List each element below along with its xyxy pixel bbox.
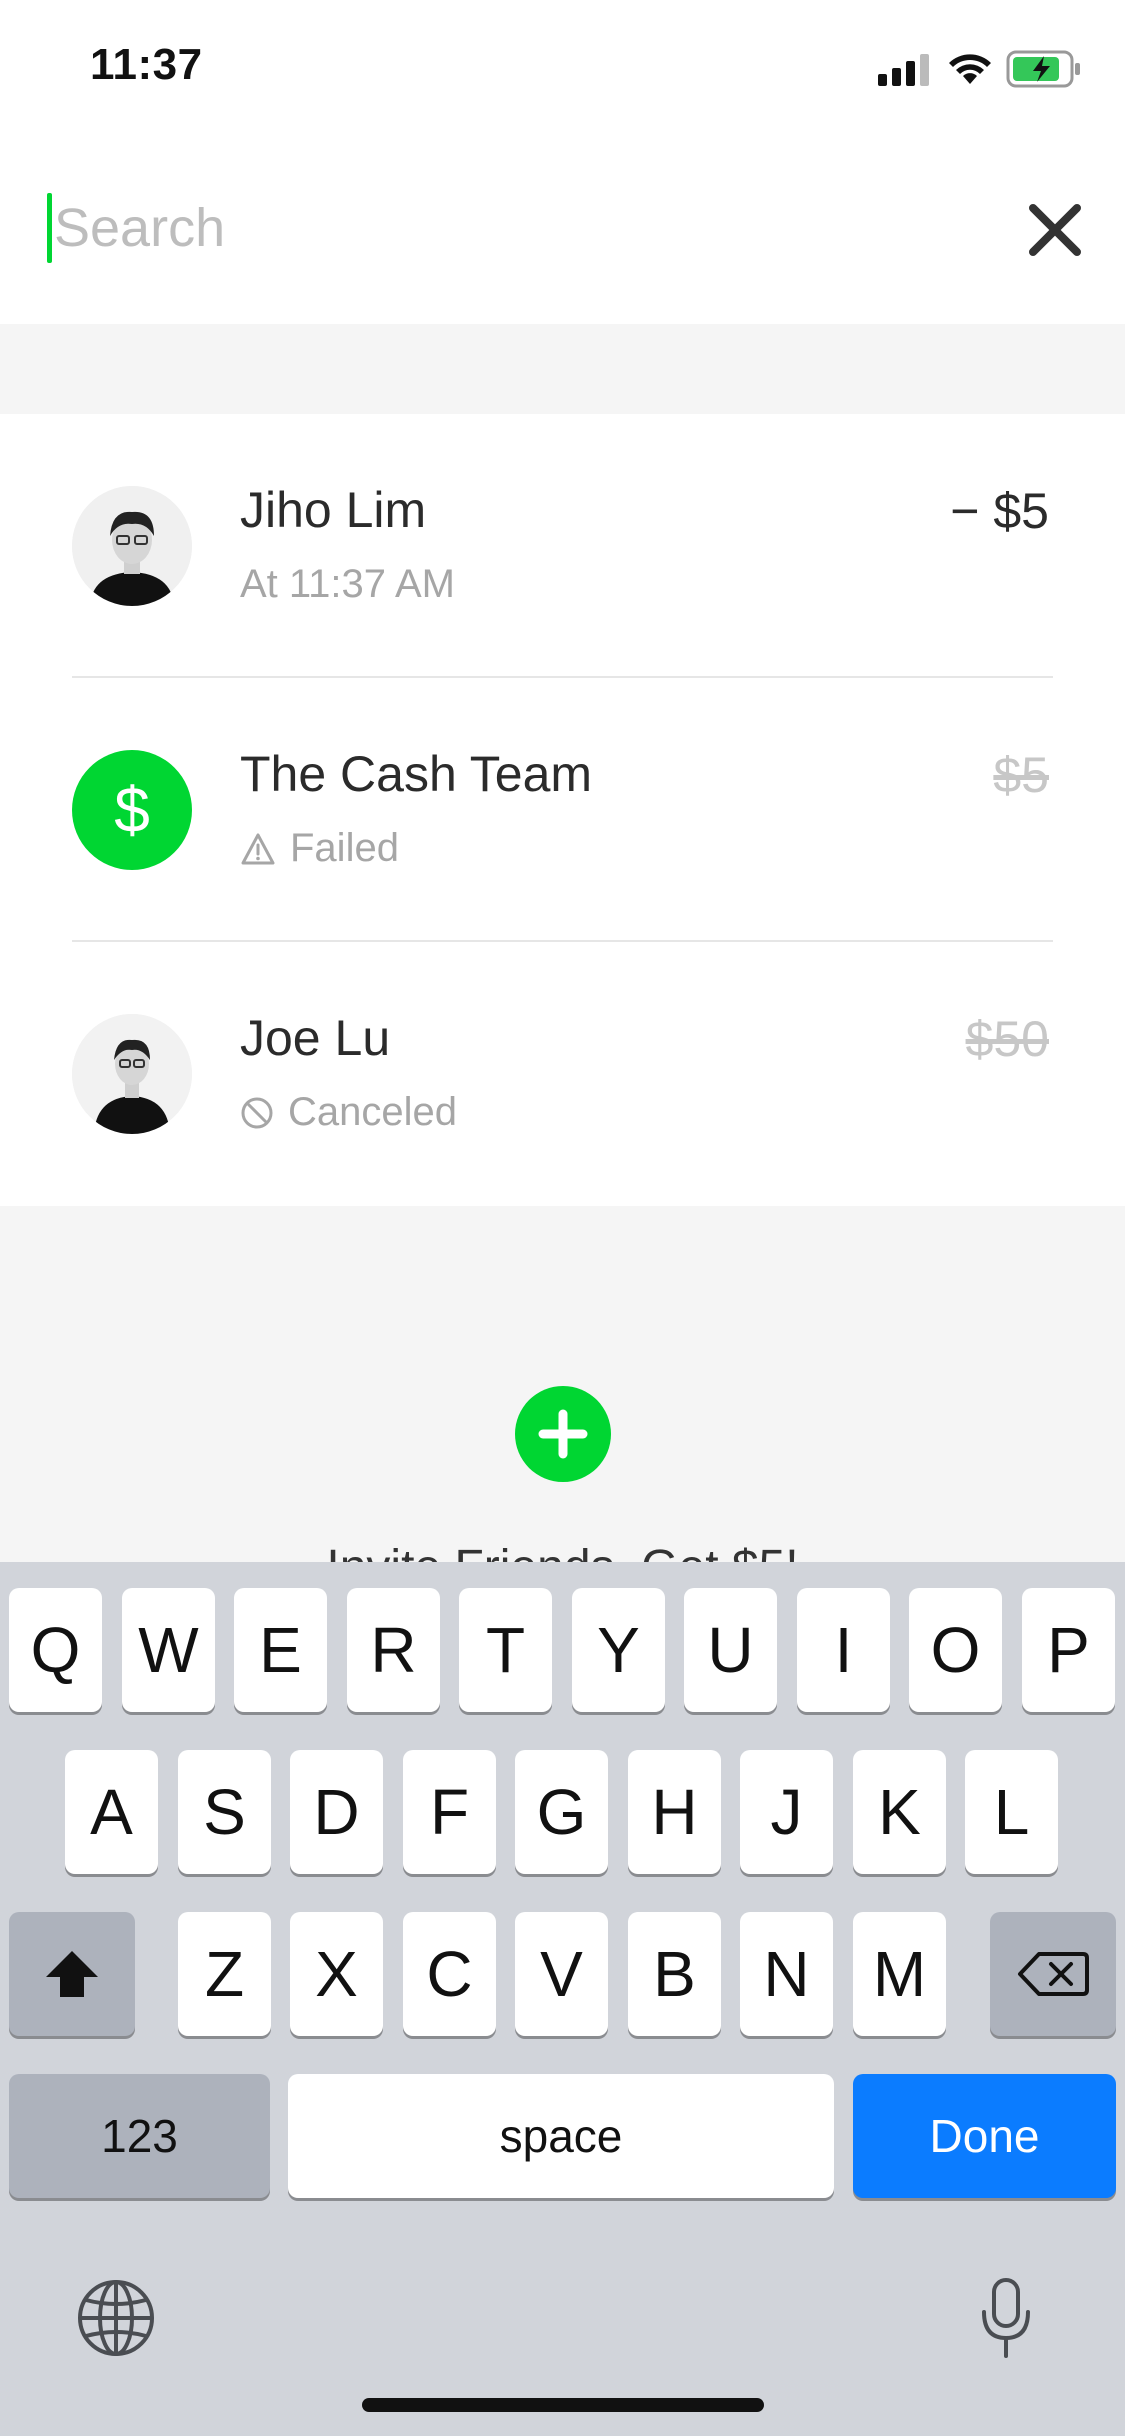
key-a[interactable]: A — [65, 1750, 158, 1874]
key-g[interactable]: G — [515, 1750, 608, 1874]
key-o[interactable]: O — [909, 1588, 1002, 1712]
transaction-amount: − $5 — [950, 483, 1049, 539]
key-u[interactable]: U — [684, 1588, 777, 1712]
key-d[interactable]: D — [290, 1750, 383, 1874]
key-w[interactable]: W — [122, 1588, 215, 1712]
globe-icon — [78, 2280, 154, 2356]
key-j[interactable]: J — [740, 1750, 833, 1874]
key-b[interactable]: B — [628, 1912, 721, 2036]
space-key[interactable]: space — [288, 2074, 834, 2198]
key-l[interactable]: L — [965, 1750, 1058, 1874]
invite-button[interactable] — [515, 1386, 611, 1482]
list-item[interactable]: Jiho Lim At 11:37 AM − $5 — [0, 414, 1125, 678]
list-item[interactable]: Joe Lu Canceled $50 — [0, 942, 1125, 1206]
key-i[interactable]: I — [797, 1588, 890, 1712]
microphone-button[interactable] — [978, 2276, 1034, 2360]
transaction-name: Joe Lu — [240, 1010, 391, 1066]
key-m[interactable]: M — [853, 1912, 946, 2036]
transaction-name: Jiho Lim — [240, 482, 427, 538]
avatar — [72, 486, 192, 606]
transaction-subtitle: At 11:37 AM — [240, 562, 455, 607]
transaction-name: The Cash Team — [240, 746, 593, 802]
key-y[interactable]: Y — [572, 1588, 665, 1712]
transaction-status: Canceled — [240, 1090, 457, 1135]
numbers-key[interactable]: 123 — [9, 2074, 270, 2198]
key-k[interactable]: K — [853, 1750, 946, 1874]
backspace-key[interactable] — [990, 1912, 1116, 2036]
key-h[interactable]: H — [628, 1750, 721, 1874]
close-icon — [1029, 204, 1081, 256]
list-item[interactable]: $ The Cash Team Failed $5 — [0, 678, 1125, 942]
key-e[interactable]: E — [234, 1588, 327, 1712]
key-n[interactable]: N — [740, 1912, 833, 2036]
canceled-icon — [241, 1097, 273, 1128]
key-v[interactable]: V — [515, 1912, 608, 2036]
signal-icon — [878, 54, 929, 86]
key-c[interactable]: C — [403, 1912, 496, 2036]
key-q[interactable]: Q — [9, 1588, 102, 1712]
dollar-icon: $ — [114, 774, 150, 846]
backspace-icon — [1018, 1952, 1089, 1996]
plus-icon — [538, 1409, 588, 1459]
key-p[interactable]: P — [1022, 1588, 1115, 1712]
avatar — [72, 1014, 192, 1134]
transaction-status: Failed — [240, 826, 399, 871]
key-z[interactable]: Z — [178, 1912, 271, 2036]
status-time: 11:37 — [90, 40, 203, 89]
transaction-amount: $5 — [993, 747, 1049, 803]
key-t[interactable]: T — [459, 1588, 552, 1712]
status-label: Failed — [290, 826, 399, 870]
close-button[interactable] — [1020, 195, 1090, 265]
key-f[interactable]: F — [403, 1750, 496, 1874]
shift-key[interactable] — [9, 1912, 135, 2036]
transaction-time: At 11:37 AM — [240, 562, 455, 606]
globe-button[interactable] — [76, 2278, 156, 2358]
warning-icon — [241, 833, 275, 864]
wifi-icon — [949, 54, 991, 84]
done-key[interactable]: Done — [853, 2074, 1116, 2198]
status-bar: 11:37 — [0, 0, 1125, 140]
battery-icon — [1006, 50, 1080, 88]
key-s[interactable]: S — [178, 1750, 271, 1874]
key-r[interactable]: R — [347, 1588, 440, 1712]
transaction-amount: $50 — [965, 1011, 1049, 1067]
search-input[interactable] — [54, 186, 954, 270]
microphone-icon — [982, 2278, 1030, 2358]
cash-avatar: $ — [72, 750, 192, 870]
shift-icon — [46, 1951, 98, 1997]
key-x[interactable]: X — [290, 1912, 383, 2036]
text-cursor — [47, 193, 52, 263]
activity-list: Jiho Lim At 11:37 AM − $5 $ The Cash Tea… — [0, 414, 1125, 1206]
keyboard: Q W E R T Y U I O P A S D F G H J K L Z … — [0, 1562, 1125, 2436]
home-indicator — [362, 2398, 764, 2412]
status-label: Canceled — [288, 1090, 458, 1134]
